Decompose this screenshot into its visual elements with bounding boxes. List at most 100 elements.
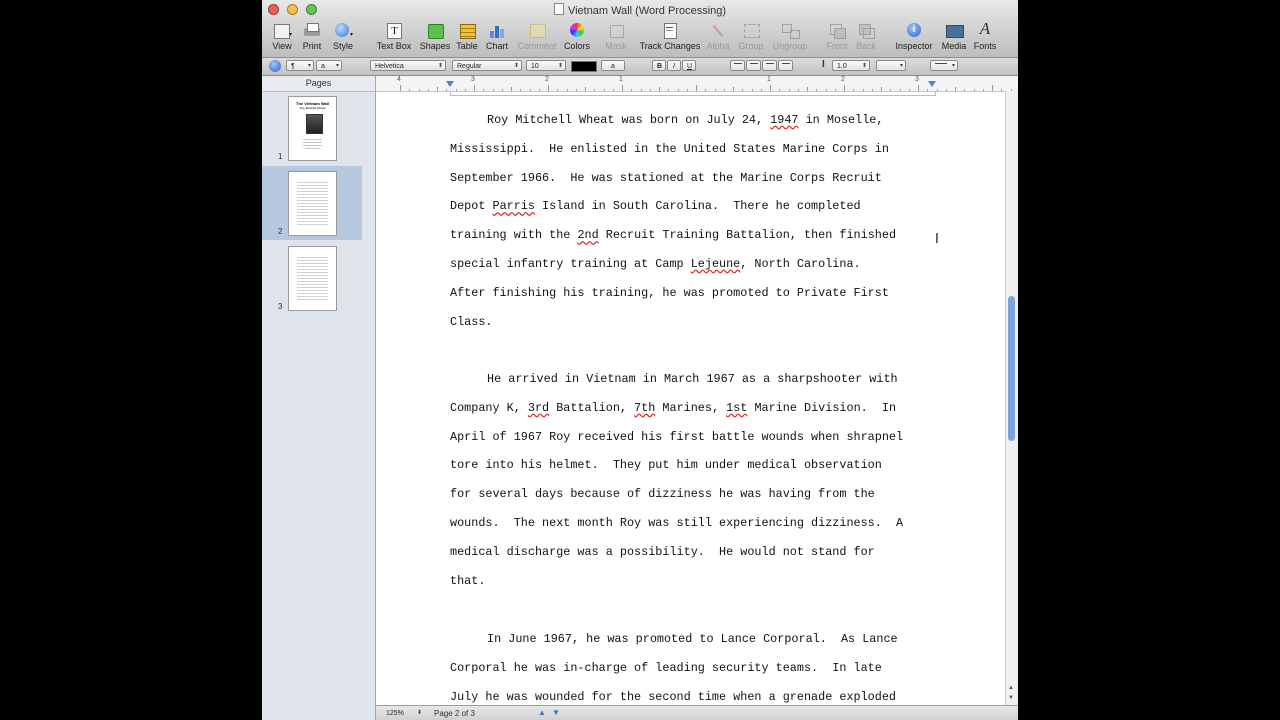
text-line: that. — [450, 573, 950, 602]
underline-button[interactable]: U — [682, 60, 696, 71]
mask-button[interactable]: Mask — [603, 22, 629, 51]
text-line: Class. — [450, 314, 950, 343]
thumbnail-photo — [306, 114, 323, 134]
vertical-scrollbar[interactable]: ▲ ▼ — [1005, 91, 1018, 705]
style-button[interactable]: ▾ Style — [330, 22, 356, 51]
page-thumbnail-3[interactable] — [288, 246, 337, 311]
page-thumbnail-1[interactable]: The Vietnam Wall Roy Mitchell Wheat — [288, 96, 337, 161]
text-line: for several days because of dizziness he… — [450, 486, 950, 515]
bold-button[interactable]: B — [652, 60, 666, 71]
text-run: wounds. The next month Roy was still exp… — [450, 515, 904, 530]
view-button[interactable]: ▾ View — [270, 22, 294, 51]
text-box-button[interactable]: T Text Box — [374, 22, 414, 51]
text-run: Marine Division. In — [747, 400, 897, 415]
text-line: wounds. The next month Roy was still exp… — [450, 515, 950, 544]
thumbnail-subtitle: Roy Mitchell Wheat — [299, 106, 326, 110]
send-back-button[interactable]: Back — [854, 22, 878, 51]
track-changes-button[interactable]: Track Changes — [638, 22, 702, 51]
page-margin-guide — [450, 91, 936, 96]
text-line: Depot Parris Island in South Carolina. T… — [450, 198, 950, 227]
media-button[interactable]: Media — [939, 22, 969, 51]
info-icon: i — [904, 22, 924, 39]
page-number-1: 1 — [278, 152, 283, 161]
text-run: In June 1967, he was promoted to Lance C… — [487, 632, 898, 646]
fonts-button[interactable]: A Fonts — [973, 19, 997, 52]
misspelled-word: 7th — [634, 400, 656, 415]
ruler-tick — [964, 89, 966, 91]
ruler-label: 3 — [471, 76, 475, 83]
table-icon — [457, 22, 477, 39]
colors-button[interactable]: Colors — [562, 22, 592, 51]
ruler-tick — [427, 89, 429, 91]
scroll-up-arrow[interactable]: ▲ — [1008, 685, 1014, 691]
page-indicator: Page 2 of 3 — [434, 709, 475, 718]
pages-sidebar: Pages The Vietnam Wall Roy Mitchell Whea… — [262, 76, 376, 720]
text-run: Depot — [450, 199, 493, 214]
fonts-icon: A — [979, 19, 991, 38]
highlight-color-well[interactable]: a — [601, 60, 625, 71]
sidebar-toggle-button[interactable] — [269, 60, 281, 72]
paragraph[interactable]: Roy Mitchell Wheat was born on July 24, … — [450, 112, 950, 342]
next-page-button[interactable]: ▼ — [552, 708, 560, 717]
window-title: Vietnam Wall (Word Processing) — [262, 3, 1018, 17]
align-center-button[interactable] — [746, 60, 761, 71]
text-run: September 1966. He was stationed at the … — [450, 170, 882, 185]
text-color-well[interactable] — [571, 61, 597, 72]
ruler-tick — [945, 89, 947, 91]
text-line: Mississippi. He enlisted in the United S… — [450, 141, 950, 170]
left-indent-marker[interactable] — [446, 81, 454, 87]
line-spacing-select[interactable]: 1.0 ⬍ — [832, 60, 870, 71]
right-indent-marker[interactable] — [928, 81, 936, 87]
shapes-button[interactable]: Shapes — [419, 22, 451, 51]
misspelled-word: Parris — [492, 199, 535, 214]
paragraph[interactable]: In June 1967, he was promoted to Lance C… — [450, 631, 950, 705]
group-icon — [741, 22, 761, 39]
text-line: special infantry training at Camp Lejeun… — [450, 256, 950, 285]
previous-page-button[interactable]: ▲ — [538, 708, 546, 717]
character-style-menu[interactable]: a ▾ — [316, 60, 342, 71]
paragraph-style-menu[interactable]: ¶ ▾ — [286, 60, 314, 71]
justify-button[interactable] — [778, 60, 793, 71]
text-run: Recruit Training Battalion, then finishe… — [598, 228, 897, 243]
align-left-button[interactable] — [730, 60, 745, 71]
list-icon — [935, 63, 947, 70]
group-button[interactable]: Group — [737, 22, 765, 51]
paragraph[interactable]: He arrived in Vietnam in March 1967 as a… — [450, 371, 950, 601]
title-toolbar: Vietnam Wall (Word Processing) ▾ View Pr… — [262, 0, 1018, 58]
font-family-select[interactable]: Helvetica ⬍ — [370, 60, 446, 71]
inspector-button[interactable]: i Inspector — [894, 22, 934, 51]
scrollbar-thumb[interactable] — [1008, 296, 1015, 441]
text-line: July he was wounded for the second time … — [450, 689, 950, 705]
document-canvas[interactable]: 4 3 2 1 1 2 3 Roy Mitchell Wheat was bor… — [376, 76, 1018, 705]
misspelled-word: 1947 — [770, 113, 799, 127]
text-run: , North Carolina. — [740, 256, 861, 271]
font-size-select[interactable]: 10 ⬍ — [526, 60, 566, 71]
front-icon — [827, 22, 847, 39]
alpha-button[interactable]: Alpha — [705, 22, 731, 51]
columns-select[interactable]: ▾ — [876, 60, 906, 71]
bring-front-button[interactable]: Front — [824, 22, 850, 51]
misspelled-word: 3rd — [527, 400, 550, 415]
italic-button[interactable]: I — [667, 60, 681, 71]
comment-button[interactable]: Comment — [515, 22, 559, 51]
print-button[interactable]: Print — [300, 22, 324, 51]
text-run: Roy Mitchell Wheat was born on July 24, — [487, 113, 771, 127]
ungroup-button[interactable]: Ungroup — [770, 22, 810, 51]
chart-button[interactable]: Chart — [484, 22, 510, 51]
text-run: Island in South Carolina. There he compl… — [534, 199, 861, 214]
page-thumbnail-2[interactable] — [288, 171, 337, 236]
text-line: Roy Mitchell Wheat was born on July 24, … — [450, 112, 950, 141]
font-typeface-select[interactable]: Regular ⬍ — [452, 60, 522, 71]
shapes-icon — [425, 22, 445, 39]
ruler-tick — [973, 89, 975, 91]
scroll-down-arrow[interactable]: ▼ — [1008, 695, 1014, 701]
text-run: training with the — [450, 228, 578, 243]
zoom-select[interactable]: 125% ⬍ — [382, 708, 424, 719]
style-icon: ▾ — [333, 22, 353, 39]
justify-icon — [782, 63, 790, 70]
horizontal-ruler[interactable]: 4 3 2 1 1 2 3 — [376, 76, 1018, 92]
list-style-menu[interactable]: ▾ — [930, 60, 958, 71]
misspelled-word: 1st — [726, 400, 748, 415]
table-button[interactable]: Table — [454, 22, 480, 51]
align-right-button[interactable] — [762, 60, 777, 71]
